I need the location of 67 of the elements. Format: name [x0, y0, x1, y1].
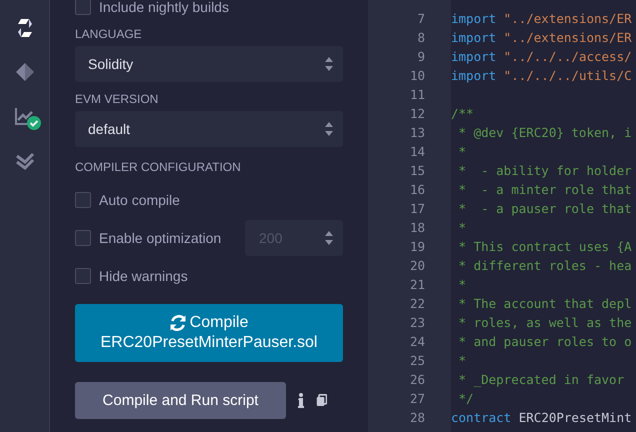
line-number: 18	[408, 219, 426, 237]
language-select[interactable]: Solidity	[75, 46, 343, 82]
line-number: 15	[408, 162, 426, 180]
line-number: 7	[416, 10, 426, 28]
checkbox[interactable]	[75, 268, 91, 284]
line-number: 26	[408, 371, 426, 389]
checkbox-label: Hide warnings	[99, 268, 188, 284]
line-number: 21	[408, 276, 426, 294]
line-number: 16	[408, 181, 426, 199]
checkbox[interactable]	[75, 192, 91, 208]
code-line: import "../../../access/	[451, 49, 632, 64]
field-label: LANGUAGE	[75, 27, 143, 41]
line-number: 23	[408, 314, 426, 332]
code-comment: */	[458, 391, 474, 406]
code-comment: * The account that depl	[458, 296, 632, 311]
line-number: 9	[416, 48, 426, 66]
line-number: 8	[416, 29, 426, 47]
solidity-logo-icon	[16, 18, 34, 38]
line-number: 28	[408, 409, 426, 427]
code-comment: * - ability for holder	[458, 163, 632, 178]
line-number: 22	[408, 295, 426, 313]
line-number: 27	[408, 390, 426, 408]
line-number: 12	[408, 105, 426, 123]
code-comment: * _Deprecated in favor	[458, 372, 624, 387]
compile-button[interactable]: Compile ERC20PresetMinterPauser.sol	[75, 304, 343, 362]
code-line: import "../extensions/ER	[451, 11, 632, 26]
double-check-icon	[14, 150, 34, 170]
spinner-arrows-icon	[325, 231, 333, 245]
code-line: import "../../../utils/C	[451, 68, 632, 83]
line-number: 19	[408, 238, 426, 256]
copy-icon[interactable]	[316, 394, 327, 407]
checkbox-label: Auto compile	[99, 192, 180, 208]
line-number: 17	[408, 200, 426, 218]
line-number: 25	[408, 352, 426, 370]
code-comment: * This contract uses {A	[458, 239, 632, 254]
code-comment: /**	[451, 106, 474, 121]
section-label: COMPILER CONFIGURATION	[75, 160, 242, 174]
code-comment: *	[458, 353, 466, 368]
spinner-arrows-icon	[325, 57, 333, 71]
code-line: contract ERC20PresetMint	[451, 410, 632, 425]
line-number: 24	[408, 333, 426, 351]
run-script-button[interactable]: Compile and Run script	[75, 382, 286, 419]
code-comment: *	[458, 144, 466, 159]
chart-icon	[14, 106, 36, 126]
code-comment: *	[458, 277, 466, 292]
code-comment: * roles, as well as the	[458, 315, 632, 330]
code-comment: * - a pauser role that	[458, 201, 632, 216]
ethereum-arrow-icon	[14, 62, 34, 82]
code-comment: * - a minter role that	[458, 182, 632, 197]
info-icon[interactable]	[298, 393, 304, 408]
line-number: 14	[408, 143, 426, 161]
line-number: 20	[408, 257, 426, 275]
code-comment: * @dev {ERC20} token, i	[458, 125, 632, 140]
code-comment: * different roles - hea	[458, 258, 632, 273]
code-comment: * and pauser roles to o	[458, 334, 632, 349]
checkbox-label: Include nightly builds	[99, 0, 229, 15]
code-comment: *	[458, 220, 466, 235]
refresh-icon	[170, 315, 186, 331]
line-number: 13	[408, 124, 426, 142]
checkbox-label: Enable optimization	[99, 230, 222, 246]
evm-version-select[interactable]: default	[75, 111, 343, 147]
checkbox[interactable]	[75, 0, 91, 15]
spinner-arrows-icon	[325, 122, 333, 136]
line-number: 10	[408, 67, 426, 85]
field-label: EVM VERSION	[75, 92, 160, 106]
code-line: import "../extensions/ER	[451, 30, 632, 45]
line-number: 11	[408, 86, 426, 104]
